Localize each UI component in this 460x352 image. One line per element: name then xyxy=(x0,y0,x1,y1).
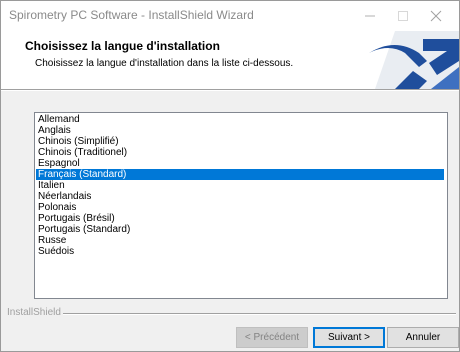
page-title: Choisissez la langue d'installation xyxy=(25,39,220,53)
back-button[interactable]: < Précédent xyxy=(236,327,308,348)
list-item[interactable]: Suédois xyxy=(36,246,444,257)
minimize-icon xyxy=(365,15,375,17)
list-item-selected[interactable]: Français (Standard) xyxy=(36,169,444,180)
installer-window: Spirometry PC Software - InstallShield W… xyxy=(0,0,460,352)
maximize-button[interactable] xyxy=(388,1,418,31)
minimize-button[interactable] xyxy=(355,1,385,31)
title-bar[interactable]: Spirometry PC Software - InstallShield W… xyxy=(1,1,459,31)
list-item[interactable]: Néerlandais xyxy=(36,191,444,202)
next-button[interactable]: Suivant > xyxy=(313,327,385,348)
list-item[interactable]: Chinois (Simplifié) xyxy=(36,136,444,147)
cancel-button[interactable]: Annuler xyxy=(387,327,459,348)
list-item[interactable]: Chinois (Traditionel) xyxy=(36,147,444,158)
list-item[interactable]: Portugais (Brésil) xyxy=(36,213,444,224)
list-item[interactable]: Polonais xyxy=(36,202,444,213)
header-divider xyxy=(1,89,459,91)
wizard-header: Choisissez la langue d'installation Choi… xyxy=(1,31,459,89)
page-subtitle: Choisissez la langue d'installation dans… xyxy=(35,58,294,69)
list-item[interactable]: Italien xyxy=(36,180,444,191)
list-item[interactable]: Russe xyxy=(36,235,444,246)
close-icon xyxy=(430,10,442,22)
installshield-logo-icon xyxy=(369,31,459,89)
installshield-brand-label: InstallShield xyxy=(7,307,61,318)
maximize-icon xyxy=(398,11,408,21)
list-item[interactable]: Portugais (Standard) xyxy=(36,224,444,235)
list-item[interactable]: Espagnol xyxy=(36,158,444,169)
language-listbox[interactable]: Allemand Anglais Chinois (Simplifié) Chi… xyxy=(34,112,448,299)
window-title: Spirometry PC Software - InstallShield W… xyxy=(9,8,254,22)
footer-divider xyxy=(63,313,456,315)
close-button[interactable] xyxy=(421,1,451,31)
list-item[interactable]: Allemand xyxy=(36,114,444,125)
list-item[interactable]: Anglais xyxy=(36,125,444,136)
